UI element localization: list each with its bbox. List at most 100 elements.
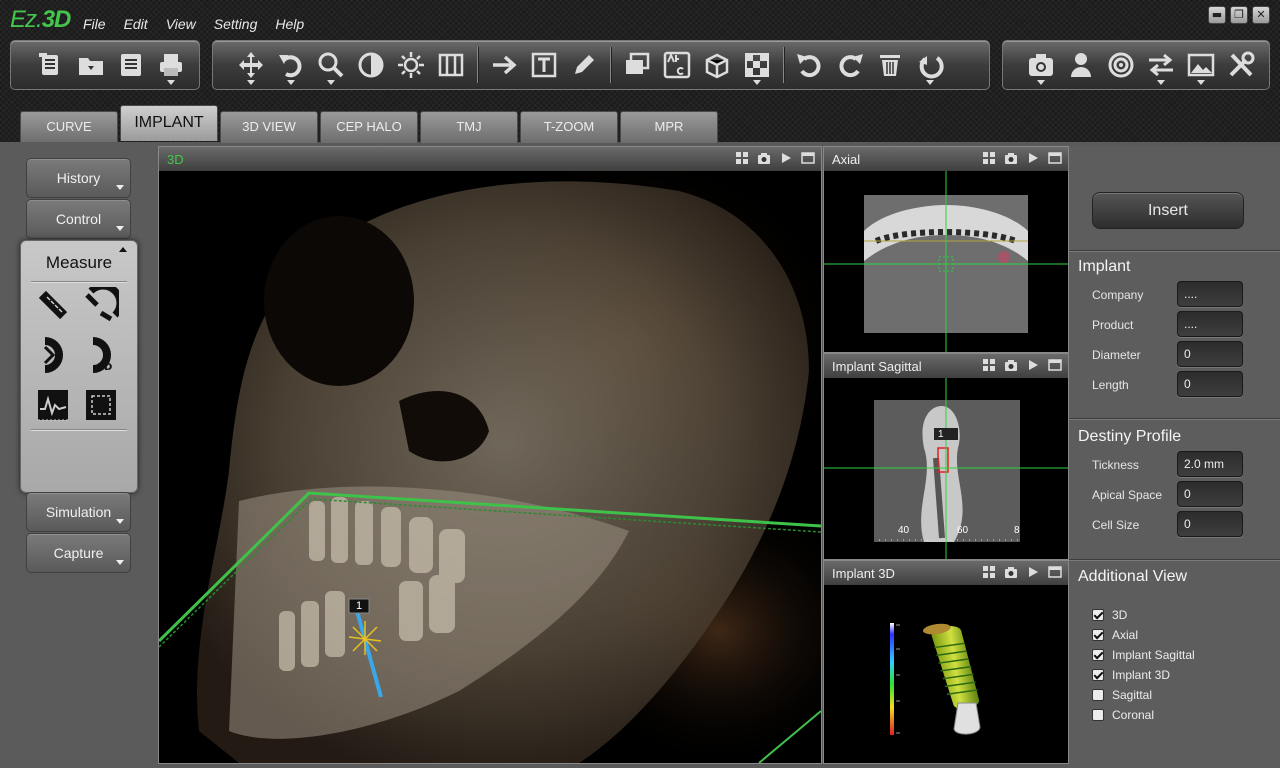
pencil-button[interactable] xyxy=(564,45,604,85)
implant-3d-viewport[interactable]: Implant 3D xyxy=(823,560,1069,764)
trash-icon xyxy=(880,55,900,76)
insert-button[interactable]: Insert xyxy=(1092,192,1244,229)
checkbox-implant-3d[interactable]: Implant 3D xyxy=(1092,668,1170,682)
checker-button[interactable] xyxy=(737,45,777,85)
checkbox-3d[interactable]: 3D xyxy=(1092,608,1127,622)
tab-cep-halo[interactable]: CEP HALO xyxy=(320,111,418,143)
ruler-icon[interactable] xyxy=(35,287,71,323)
main-3d-viewport[interactable]: 3D 1 xyxy=(158,146,822,764)
thickness-label: Tickness xyxy=(1092,458,1139,472)
brightness-button[interactable] xyxy=(391,45,431,85)
volume-button[interactable] xyxy=(697,45,737,85)
text-annotation-button[interactable] xyxy=(524,45,564,85)
ruler-tick-label: 60 xyxy=(957,525,969,536)
menu-view[interactable]: View xyxy=(166,16,196,32)
close-button[interactable]: ✕ xyxy=(1252,6,1270,24)
new-document-button[interactable] xyxy=(31,45,71,85)
angle-icon[interactable] xyxy=(35,337,71,373)
product-field[interactable]: .... xyxy=(1177,311,1243,337)
checkbox-checked-icon[interactable] xyxy=(1092,609,1104,621)
thickness-field[interactable]: 2.0 mm xyxy=(1177,451,1243,477)
chevron-up-icon[interactable] xyxy=(119,247,127,252)
delete-button[interactable] xyxy=(870,45,910,85)
tab-implant[interactable]: IMPLANT xyxy=(120,105,218,141)
checkbox-unchecked-icon[interactable] xyxy=(1092,689,1104,701)
patient-button[interactable] xyxy=(1061,45,1101,85)
rotate-button[interactable] xyxy=(271,45,311,85)
snapshot-icon[interactable] xyxy=(757,151,771,165)
axial-viewport[interactable]: Axial xyxy=(823,146,1069,353)
restore-button[interactable]: ❐ xyxy=(1230,6,1248,24)
tab-tmj[interactable]: TMJ xyxy=(420,111,518,143)
save-button[interactable] xyxy=(111,45,151,85)
checkbox-checked-icon[interactable] xyxy=(1092,629,1104,641)
layout-icon[interactable] xyxy=(982,565,996,579)
play-icon[interactable] xyxy=(1026,565,1040,579)
layout-icon[interactable] xyxy=(982,151,996,165)
layout-icon[interactable] xyxy=(982,358,996,372)
caliper-icon[interactable] xyxy=(83,287,119,323)
contrast-button[interactable] xyxy=(351,45,391,85)
layout-icon[interactable] xyxy=(735,151,749,165)
profile-icon[interactable] xyxy=(35,387,71,423)
length-field[interactable]: 0 xyxy=(1177,371,1243,397)
menu-edit[interactable]: Edit xyxy=(124,16,148,32)
layers-button[interactable] xyxy=(617,45,657,85)
checkbox-label: Implant 3D xyxy=(1112,668,1171,682)
tab-mpr[interactable]: MPR xyxy=(620,111,718,143)
invert-button[interactable] xyxy=(431,45,471,85)
checkbox-sagittal[interactable]: Sagittal xyxy=(1092,688,1152,702)
maximize-icon[interactable] xyxy=(1048,565,1062,579)
menu-setting[interactable]: Setting xyxy=(214,16,258,32)
menu-help[interactable]: Help xyxy=(275,16,304,32)
reset-button[interactable] xyxy=(910,45,950,85)
region-icon[interactable] xyxy=(83,387,119,423)
play-icon[interactable] xyxy=(1026,151,1040,165)
maximize-icon[interactable] xyxy=(1048,151,1062,165)
cell-size-field[interactable]: 0 xyxy=(1177,511,1243,537)
checkbox-coronal[interactable]: Coronal xyxy=(1092,708,1154,722)
maximize-icon[interactable] xyxy=(801,151,815,165)
minimize-button[interactable]: ▬ xyxy=(1208,6,1226,24)
menu-file[interactable]: File xyxy=(83,16,106,32)
angle-3d-icon[interactable]: 3D xyxy=(83,337,119,373)
maximize-icon[interactable] xyxy=(1048,358,1062,372)
redo-button[interactable] xyxy=(830,45,870,85)
play-icon[interactable] xyxy=(1026,358,1040,372)
snapshot-icon[interactable] xyxy=(1004,151,1018,165)
checkbox-unchecked-icon[interactable] xyxy=(1092,709,1104,721)
checkbox-implant-sagittal[interactable]: Implant Sagittal xyxy=(1092,648,1195,662)
snapshot-icon[interactable] xyxy=(1004,565,1018,579)
diameter-field[interactable]: 0 xyxy=(1177,341,1243,367)
camera-button[interactable] xyxy=(1021,45,1061,85)
pan-button[interactable] xyxy=(231,45,271,85)
simulation-button[interactable]: Simulation xyxy=(26,492,131,532)
capture-button[interactable]: Capture xyxy=(26,533,131,573)
snapshot-icon[interactable] xyxy=(1004,358,1018,372)
checkbox-checked-icon[interactable] xyxy=(1092,649,1104,661)
implant-sagittal-viewport[interactable]: Implant Sagittal 1 40 60 8 xyxy=(823,353,1069,560)
control-button[interactable]: Control xyxy=(26,199,131,239)
tab-t-zoom[interactable]: T-ZOOM xyxy=(520,111,618,143)
checkbox-checked-icon[interactable] xyxy=(1092,669,1104,681)
implant-marker-label[interactable]: 1 xyxy=(349,599,369,613)
company-field[interactable]: .... xyxy=(1177,281,1243,307)
history-button[interactable]: History xyxy=(26,158,131,198)
open-folder-button[interactable] xyxy=(71,45,111,85)
undo-button[interactable] xyxy=(790,45,830,85)
disc-button[interactable] xyxy=(1101,45,1141,85)
image-button[interactable] xyxy=(1181,45,1221,85)
cell-size-label: Cell Size xyxy=(1092,518,1140,532)
abc-button[interactable] xyxy=(657,45,697,85)
logo-suffix: 3D xyxy=(41,6,72,33)
zoom-button[interactable] xyxy=(311,45,351,85)
print-button[interactable] xyxy=(151,45,191,85)
tab-3d-view[interactable]: 3D VIEW xyxy=(220,111,318,143)
transfer-button[interactable] xyxy=(1141,45,1181,85)
tab-curve[interactable]: CURVE xyxy=(20,111,118,143)
play-icon[interactable] xyxy=(779,151,793,165)
settings-button[interactable] xyxy=(1221,45,1261,85)
checkbox-axial[interactable]: Axial xyxy=(1092,628,1138,642)
arrow-annotation-button[interactable] xyxy=(484,45,524,85)
apical-space-field[interactable]: 0 xyxy=(1177,481,1243,507)
